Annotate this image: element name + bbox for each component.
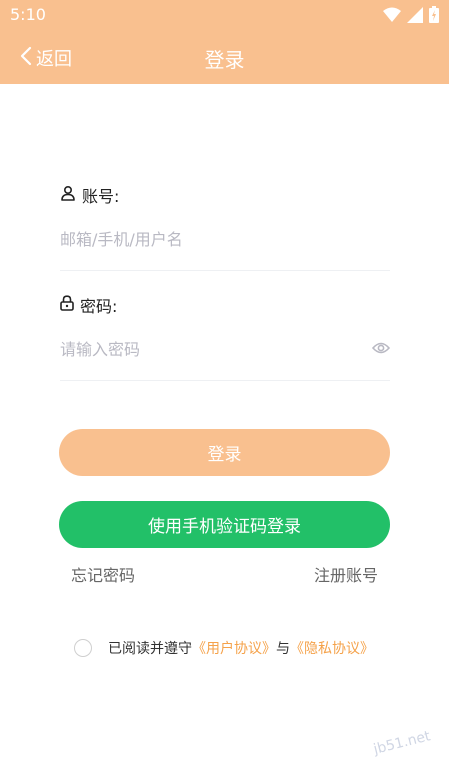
app-bar: 返回 登录	[0, 30, 449, 84]
login-button-label: 登录	[207, 445, 242, 465]
forgot-password-link[interactable]: 忘记密码	[71, 562, 135, 586]
wifi-icon	[383, 7, 401, 27]
agreement-connector: 与	[276, 641, 290, 657]
user-icon	[60, 185, 76, 205]
signal-icon	[407, 6, 423, 27]
battery-icon	[429, 6, 439, 27]
register-link[interactable]: 注册账号	[314, 562, 378, 586]
sms-login-button-label: 使用手机验证码登录	[148, 517, 301, 537]
agreement-radio[interactable]	[74, 639, 92, 657]
user-agreement-link[interactable]: 《用户协议》	[192, 641, 276, 657]
account-label: 账号:	[82, 187, 120, 206]
sms-login-button[interactable]: 使用手机验证码登录	[59, 501, 390, 548]
watermark: jb51.net	[371, 728, 433, 758]
status-icons	[383, 6, 439, 27]
login-button[interactable]: 登录	[59, 429, 390, 476]
eye-icon[interactable]	[371, 340, 391, 359]
password-divider	[60, 380, 390, 381]
agreement-prefix: 已阅读并遵守	[108, 641, 192, 657]
status-time: 5:10	[10, 5, 46, 24]
account-label-row: 账号:	[60, 183, 119, 207]
account-input[interactable]	[60, 227, 390, 251]
password-label-row: 密码:	[60, 293, 117, 317]
password-label: 密码:	[80, 297, 118, 316]
page-title: 登录	[204, 48, 245, 72]
agreement-row: 已阅读并遵守《用户协议》与《隐私协议》	[74, 638, 374, 658]
password-input[interactable]	[60, 337, 360, 361]
account-divider	[60, 270, 390, 271]
privacy-policy-link[interactable]: 《隐私协议》	[290, 641, 374, 657]
status-bar: 5:10	[0, 0, 449, 30]
lock-icon	[60, 295, 74, 315]
agreement-text: 已阅读并遵守《用户协议》与《隐私协议》	[108, 638, 374, 658]
